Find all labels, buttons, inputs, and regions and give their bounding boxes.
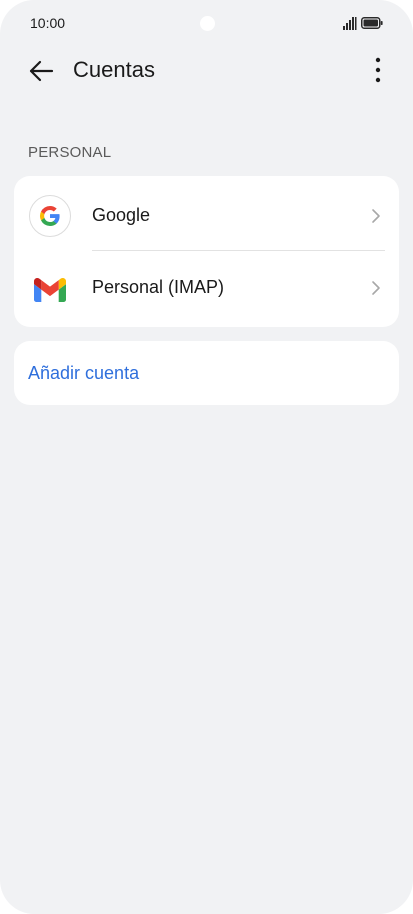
account-label-imap: Personal (IMAP)	[92, 277, 225, 297]
back-arrow-icon	[29, 60, 54, 82]
add-account-button[interactable]: Añadir cuenta	[14, 341, 399, 405]
gmail-icon	[34, 277, 66, 302]
battery-icon	[361, 17, 383, 29]
accounts-list: Google Personal (IMAP)	[14, 176, 399, 327]
add-account-label: Añadir cuenta	[28, 363, 140, 383]
phone-screen: 10:00 Cuentas PERSONAL Google Personal (…	[0, 0, 413, 914]
account-label-google: Google	[92, 205, 151, 225]
back-button[interactable]	[24, 54, 58, 88]
more-options-button[interactable]	[362, 54, 394, 86]
google-icon	[29, 195, 71, 237]
more-vertical-icon	[375, 57, 381, 83]
status-time: 10:00	[30, 15, 66, 31]
page-title: Cuentas	[73, 57, 155, 82]
chevron-right-icon	[372, 209, 380, 223]
account-row-imap[interactable]: Personal (IMAP)	[14, 252, 399, 326]
signal-icon	[343, 17, 357, 30]
chevron-right-icon	[372, 281, 380, 295]
divider	[92, 250, 385, 251]
account-row-google[interactable]: Google	[14, 178, 399, 252]
section-label-personal: PERSONAL	[28, 144, 112, 161]
status-bar: 10:00	[0, 0, 413, 48]
camera-cutout	[200, 16, 215, 31]
